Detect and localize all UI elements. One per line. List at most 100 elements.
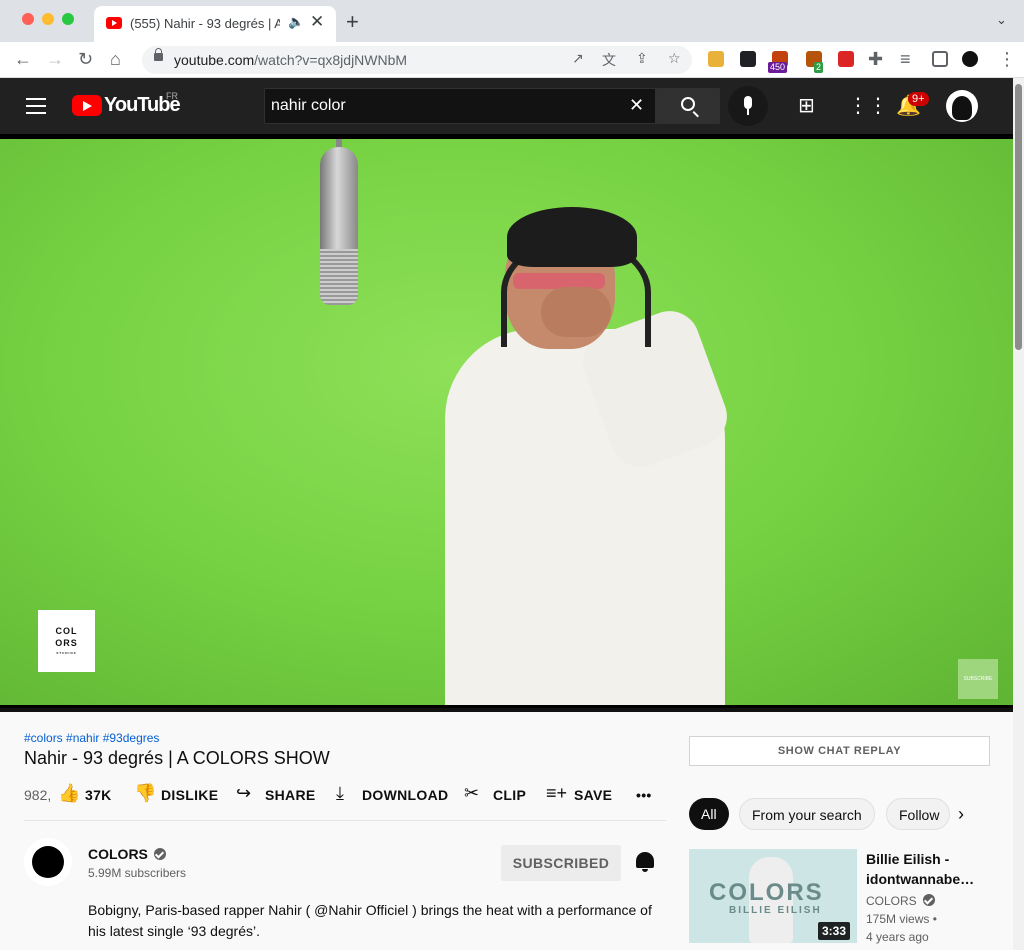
search-icon [681,97,695,111]
reload-icon[interactable]: ↻ [78,48,93,70]
video-hashtags[interactable]: #colors #nahir #93degres [24,731,159,745]
verified-check-icon [153,848,166,860]
recommended-channel-text[interactable]: COLORS [866,894,917,908]
red-extension-icon[interactable] [838,51,854,67]
thumbnail-logo-text: COLORS [709,879,824,906]
maximize-window-button[interactable] [62,13,74,25]
subscribe-watermark-button[interactable]: SUBSCRIBE [958,659,998,699]
notification-bell-icon[interactable] [636,852,654,872]
download-icon[interactable]: ⤓ [336,783,344,804]
url-text[interactable]: youtube.com/watch?v=qx8jdjNWNbM [174,52,407,68]
create-video-icon[interactable]: ⊞ [798,94,815,118]
colors-logo-watermark: COL ORS STUDIOS [38,610,95,672]
app-window: (555) Nahir - 93 degrés | A COLORS SHOW … [0,0,1024,950]
browser-tab-bar: (555) Nahir - 93 degrés | A COLORS SHOW … [0,0,1024,42]
share-icon[interactable]: ⇪ [636,50,648,67]
chip-all[interactable]: All [689,798,729,830]
password-extension-icon[interactable] [708,51,724,67]
performer-figure [445,179,736,705]
youtube-header: YouTube FR nahir color ✕ ⊞ ⋮⋮ 🔔 9+ [0,78,1013,134]
add-to-playlist-icon[interactable]: ≡+ [546,783,567,804]
video-title: Nahir - 93 degrés | A COLORS SHOW [24,748,330,768]
video-description: Bobigny, Paris-based rapper Nahir ( @Nah… [88,902,652,939]
channel-name[interactable]: COLORS [88,846,166,862]
country-code: FR [166,91,178,101]
search-input[interactable]: nahir color ✕ [264,88,656,124]
browser-menu-icon[interactable]: ⋮ [998,48,1016,70]
tab-close-icon[interactable]: ✕ [310,12,324,32]
channel-avatar[interactable] [24,838,72,886]
video-actions: 982, 👍 37K 👎 DISLIKE ↪ SHARE ⤓ DOWNLOAD … [24,782,664,808]
search-button[interactable] [656,88,720,124]
recommended-upload-age: 4 years ago [866,930,929,944]
translate-icon[interactable]: 文 [602,50,616,70]
media-queue-icon[interactable]: ≡ [900,48,911,70]
close-window-button[interactable] [22,13,34,25]
address-bar[interactable]: youtube.com/watch?v=qx8jdjNWNbM ↗ 文 ⇪ ☆ [142,46,692,74]
hamburger-menu-icon[interactable] [26,98,46,114]
voice-search-mic-icon[interactable] [728,86,768,126]
recommended-video-title[interactable]: Billie Eilish - idontwannabe… [866,849,990,889]
more-actions-button[interactable]: ••• [636,787,652,803]
save-button[interactable]: SAVE [574,787,612,803]
chip-follow[interactable]: Follow [886,798,950,830]
tab-search-chevron-icon[interactable]: ⌄ [996,12,1007,28]
divider [24,820,666,821]
download-button[interactable]: DOWNLOAD [362,787,448,803]
thumbnail-artist-text: BILLIE EILISH [729,905,822,916]
pointing-hand [541,287,611,337]
recommended-channel-name[interactable]: COLORS [866,894,935,908]
send-extension-icon[interactable] [740,51,756,67]
forward-arrow-icon[interactable]: → [46,48,64,70]
youtube-favicon-icon [106,17,122,29]
account-avatar[interactable] [946,90,978,122]
extension-badge-count: 2 [814,62,824,73]
extension-badge-count: 450 [768,62,788,73]
video-frame[interactable]: COL ORS STUDIOS SUBSCRIBE [0,139,1013,705]
bookmark-star-icon[interactable]: ☆ [668,50,681,67]
view-count: 982, [24,787,52,803]
dislike-thumb-icon[interactable]: 👎 [134,783,156,804]
extensions-puzzle-icon[interactable]: ✚ [868,48,883,70]
verified-check-icon [922,894,935,906]
new-tab-button[interactable]: + [346,9,359,35]
player-progress-bar[interactable] [0,708,1013,712]
like-thumb-icon[interactable]: 👍 [58,783,80,804]
like-button[interactable]: 37K [85,787,112,803]
minimize-window-button[interactable] [42,13,54,25]
side-panel-icon[interactable] [932,51,948,67]
clear-search-icon[interactable]: ✕ [629,95,644,116]
apps-grid-icon[interactable]: ⋮⋮ [848,94,888,118]
back-arrow-icon[interactable]: ← [14,48,32,70]
profile-avatar-icon[interactable] [962,51,978,67]
video-duration-badge: 3:33 [818,922,851,940]
show-chat-replay-button[interactable]: SHOW CHAT REPLAY [689,736,990,766]
black-cap [507,207,637,267]
tab-title: (555) Nahir - 93 degrés | A COLORS SHOW [130,16,280,31]
open-external-icon[interactable]: ↗ [572,50,584,67]
chevron-right-icon[interactable]: › [958,804,964,825]
lock-icon[interactable] [154,48,163,61]
microphone-grill [320,249,358,305]
speaker-icon[interactable]: 🔈 [288,14,304,30]
url-host: youtube.com [174,52,255,68]
search-input-value[interactable]: nahir color [271,97,346,115]
subscriber-count: 5.99M subscribers [88,866,187,880]
share-arrow-icon[interactable]: ↪ [236,783,251,804]
subscribed-button[interactable]: SUBSCRIBED [501,845,621,881]
logo-line: STUDIOS [56,651,77,655]
scrollbar-thumb[interactable] [1015,84,1022,350]
youtube-logo-icon[interactable] [72,95,102,116]
home-icon[interactable]: ⌂ [110,48,121,70]
channel-name-text[interactable]: COLORS [88,846,148,862]
clip-button[interactable]: CLIP [493,787,526,803]
chip-from-your-search[interactable]: From your search [739,798,875,830]
share-button[interactable]: SHARE [265,787,316,803]
logo-line: COL [55,626,78,636]
recommended-view-count: 175M views • [866,912,937,926]
video-player[interactable]: COL ORS STUDIOS SUBSCRIBE [0,134,1013,712]
scissors-icon[interactable]: ✂ [464,783,479,804]
notification-count-badge: 9+ [908,92,929,106]
dislike-button[interactable]: DISLIKE [161,787,218,803]
browser-tab-active[interactable]: (555) Nahir - 93 degrés | A COLORS SHOW … [94,6,336,42]
